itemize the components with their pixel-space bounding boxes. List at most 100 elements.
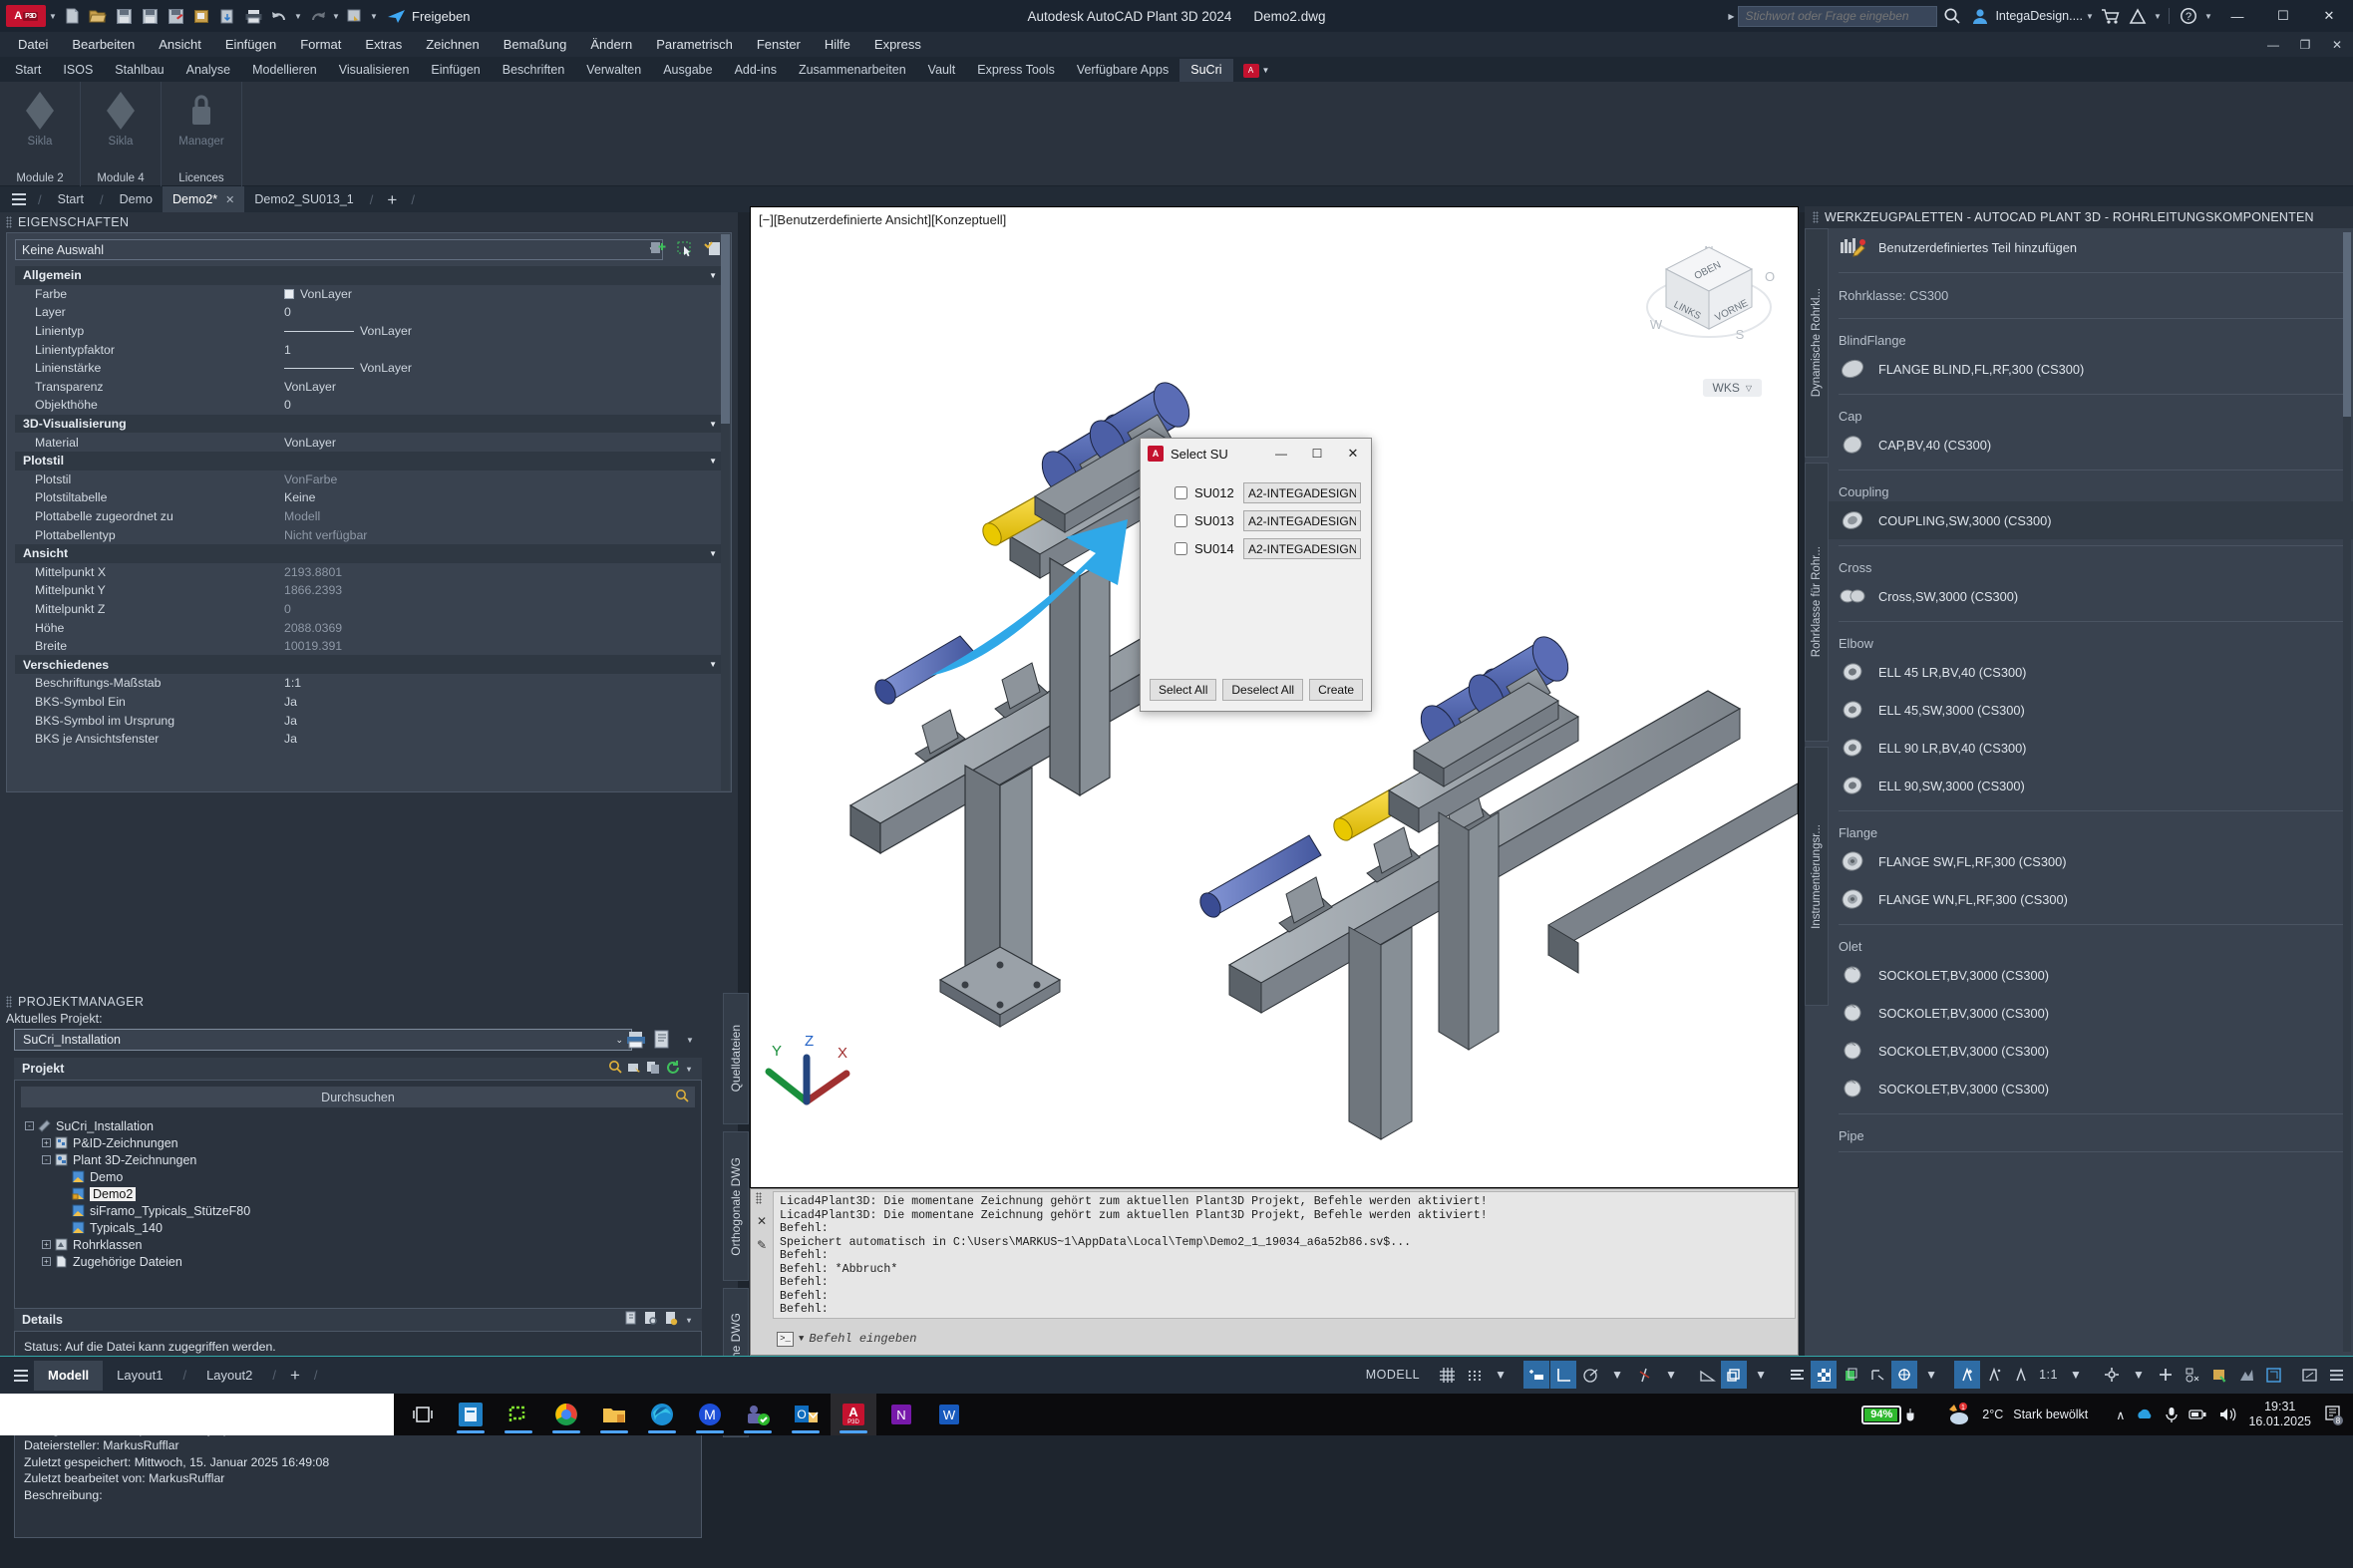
ribbon-tab-isos[interactable]: ISOS <box>52 59 104 82</box>
osnap-dropdown-icon[interactable]: ▼ <box>1658 1361 1684 1389</box>
dynamic-ucs-dropdown-icon[interactable]: ▼ <box>1748 1361 1774 1389</box>
project-report-icon[interactable] <box>651 1028 675 1052</box>
create-button[interactable]: Create <box>1309 679 1364 701</box>
sikla-module4-button[interactable]: Sikla <box>89 88 153 148</box>
property-row[interactable]: Plottabellentyp Nicht verfügbar <box>15 525 725 544</box>
transparency-icon[interactable] <box>1811 1361 1838 1389</box>
tree-tools-dropdown-icon[interactable]: ▾ <box>684 1057 694 1081</box>
graphics-performance-icon[interactable] <box>2233 1361 2259 1389</box>
menu-item-bema-ung[interactable]: Bemaßung <box>492 32 579 57</box>
file-tab-start[interactable]: Start <box>48 186 94 212</box>
space-toggle[interactable]: MODELL <box>1362 1361 1424 1389</box>
network-icon[interactable] <box>2188 1406 2208 1423</box>
palette-item[interactable]: Cross,SW,3000 (CS300) <box>1829 577 2353 615</box>
help-icon[interactable]: ? <box>2176 3 2201 29</box>
help-dropdown-icon[interactable]: ▼ <box>2203 4 2213 28</box>
palette-item[interactable]: SOCKOLET,BV,3000 (CS300) <box>1829 956 2353 994</box>
publish-icon[interactable] <box>627 1060 642 1078</box>
menu-item-bearbeiten[interactable]: Bearbeiten <box>60 32 147 57</box>
property-row[interactable]: Linientypfaktor 1 <box>15 340 725 359</box>
scale-dropdown-icon[interactable]: ▼ <box>2063 1361 2089 1389</box>
open-icon[interactable] <box>86 4 110 28</box>
tree-expander[interactable]: - <box>25 1121 34 1130</box>
quick-select-icon[interactable] <box>647 237 669 259</box>
menu-item-parametrisch[interactable]: Parametrisch <box>644 32 745 57</box>
angle-snap-icon[interactable] <box>1694 1361 1720 1389</box>
palette-item[interactable]: COUPLING,SW,3000 (CS300) <box>1829 501 2353 539</box>
su-checkbox[interactable] <box>1175 514 1187 527</box>
file-tab-demo2[interactable]: Demo2* ✕ <box>163 186 245 212</box>
scale-value[interactable]: 1:1 <box>2035 1361 2062 1389</box>
print-icon[interactable] <box>241 4 265 28</box>
dialog-minimize-button[interactable]: — <box>1263 439 1299 469</box>
menu-item-fenster[interactable]: Fenster <box>745 32 813 57</box>
snap-icon[interactable] <box>1461 1361 1487 1389</box>
notification-center-icon[interactable]: 8 <box>2321 1402 2345 1427</box>
chevron-down-icon[interactable]: ▼ <box>709 549 717 558</box>
chevron-down-icon[interactable]: ▼ <box>709 420 717 429</box>
selection-cycling-icon[interactable] <box>1838 1361 1863 1389</box>
menu-item-einf-gen[interactable]: Einfügen <box>213 32 288 57</box>
annotation-scale-add-icon[interactable] <box>1954 1361 1981 1389</box>
property-row[interactable]: Farbe VonLayer <box>15 285 725 304</box>
weather-temperature[interactable]: 2°C <box>1982 1408 2003 1421</box>
tool-palette-body[interactable]: Benutzerdefiniertes Teil hinzufügen Rohrk… <box>1829 228 2353 1356</box>
property-row[interactable]: Material VonLayer <box>15 433 725 452</box>
ribbon-tab-verwalten[interactable]: Verwalten <box>575 59 652 82</box>
autodesk-app-dropdown-icon[interactable]: ▼ <box>2153 4 2163 28</box>
property-row[interactable]: Mittelpunkt Z 0 <box>15 600 725 619</box>
property-category-verschiedenes[interactable]: Verschiedenes ▼ <box>15 655 725 675</box>
hardware-acceleration-icon[interactable] <box>2206 1361 2232 1389</box>
chevron-down-icon[interactable]: ▽ <box>1746 384 1752 393</box>
property-row[interactable]: Linienstärke VonLayer <box>15 359 725 378</box>
select-all-button[interactable]: Select All <box>1150 679 1217 701</box>
su-value-field[interactable] <box>1243 538 1361 559</box>
tree-expander[interactable]: + <box>42 1138 51 1147</box>
saveas-icon[interactable] <box>138 4 162 28</box>
annotation-monitor-icon[interactable] <box>1864 1361 1890 1389</box>
palette-item[interactable]: FLANGE BLIND,FL,RF,300 (CS300) <box>1829 350 2353 388</box>
infer-constraints-icon[interactable] <box>1523 1361 1550 1389</box>
menu-item-zeichnen[interactable]: Zeichnen <box>414 32 491 57</box>
search-icon[interactable] <box>1939 3 1965 29</box>
ribbon-tab-einf-gen[interactable]: Einfügen <box>420 59 491 82</box>
ribbon-tab-express-tools[interactable]: Express Tools <box>966 59 1066 82</box>
drag-grip-icon[interactable] <box>6 996 12 1008</box>
viewcube[interactable]: N O S W OBEN LINKS VORNE <box>1634 229 1784 379</box>
tree-node[interactable]: + Zugehörige Dateien <box>25 1253 701 1270</box>
property-row[interactable]: Mittelpunkt X 2193.8801 <box>15 563 725 582</box>
pick-select-icon[interactable] <box>674 237 696 259</box>
weather-condition[interactable]: Stark bewölkt <box>2013 1408 2088 1421</box>
autodesk-app-icon[interactable] <box>2125 3 2151 29</box>
outlook-icon[interactable]: O <box>783 1394 829 1435</box>
palette-item[interactable]: CAP,BV,40 (CS300) <box>1829 426 2353 464</box>
property-row[interactable]: Beschriftungs-Maßstab 1:1 <box>15 674 725 693</box>
palette-tab-2[interactable]: Instrumentierungsr... <box>1805 747 1829 1006</box>
select-su-dialog[interactable]: A Select SU — ☐ ✕ SU012 SU013 SU014 Select… <box>1140 438 1372 712</box>
licence-manager-button[interactable]: Manager <box>169 88 233 148</box>
file-tab-demo2-su013-1[interactable]: Demo2_SU013_1 <box>244 186 363 212</box>
account-avatar-icon[interactable] <box>1967 3 1993 29</box>
document-minimize-button[interactable]: — <box>2257 32 2289 57</box>
save-icon[interactable] <box>112 4 136 28</box>
property-row[interactable]: Höhe 2088.0369 <box>15 618 725 637</box>
workspace-switch-icon[interactable] <box>343 4 367 28</box>
window-minimize-button[interactable]: — <box>2215 0 2259 32</box>
deselect-all-button[interactable]: Deselect All <box>1222 679 1304 701</box>
layout-menu-icon[interactable] <box>8 1363 34 1389</box>
onenote-icon[interactable]: N <box>878 1394 924 1435</box>
edge-icon[interactable] <box>639 1394 685 1435</box>
command-input-row[interactable]: >_ ▼ Befehl eingeben <box>773 1326 1796 1352</box>
su-value-field[interactable] <box>1243 482 1361 503</box>
annotation-scale-auto-icon[interactable] <box>1981 1361 2007 1389</box>
details-preview-icon[interactable] <box>644 1311 659 1329</box>
palette-item[interactable]: SOCKOLET,BV,3000 (CS300) <box>1829 994 2353 1032</box>
dialog-maximize-button[interactable]: ☐ <box>1299 439 1335 469</box>
tree-expander[interactable]: + <box>42 1257 51 1266</box>
ribbon-tab-analyse[interactable]: Analyse <box>175 59 241 82</box>
property-row[interactable]: BKS je Ansichtsfenster Ja <box>15 730 725 749</box>
explorer-icon[interactable] <box>591 1394 637 1435</box>
dock-tab-quelldateien[interactable]: Quelldateien <box>723 993 749 1124</box>
palette-item[interactable]: FLANGE WN,FL,RF,300 (CS300) <box>1829 880 2353 918</box>
tree-node[interactable]: + Rohrklassen <box>25 1236 701 1253</box>
